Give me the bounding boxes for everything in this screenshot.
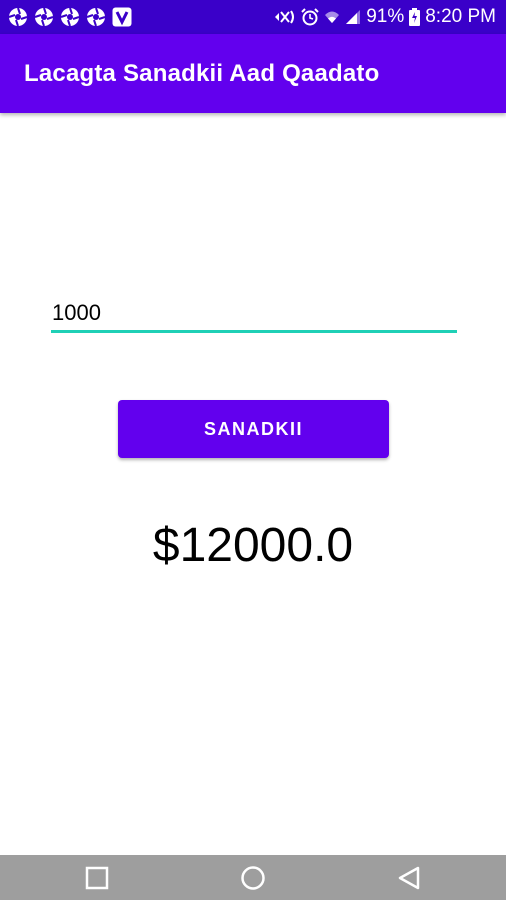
pinwheel-icon [86,7,106,27]
amount-input[interactable] [51,296,457,333]
signal-icon [346,10,361,24]
wifi-icon [325,11,340,23]
status-bar: 91% 8:20 PM [0,0,506,34]
pinwheel-icon [60,7,80,27]
recent-apps-icon[interactable] [84,865,110,891]
alarm-icon [301,8,319,26]
pinwheel-icon [34,7,54,27]
home-icon[interactable] [240,865,266,891]
notification-icons [8,7,132,27]
result-text: $12000.0 [152,519,354,572]
nfc-icon [275,10,295,24]
app-title: Lacagta Sanadkii Aad Qaadato [24,60,380,87]
back-icon[interactable] [396,865,422,891]
status-indicators: 91% 8:20 PM [274,5,496,29]
battery-percent: 91% [366,6,405,27]
app-bar: Lacagta Sanadkii Aad Qaadato [0,34,506,113]
sanadkii-button[interactable]: SANADKII [118,400,389,458]
pinwheel-icon [8,7,28,27]
navigation-bar [0,855,506,900]
v-app-icon [112,7,132,27]
clock-time: 8:20 PM [425,6,496,27]
battery-charging-icon [409,8,421,26]
